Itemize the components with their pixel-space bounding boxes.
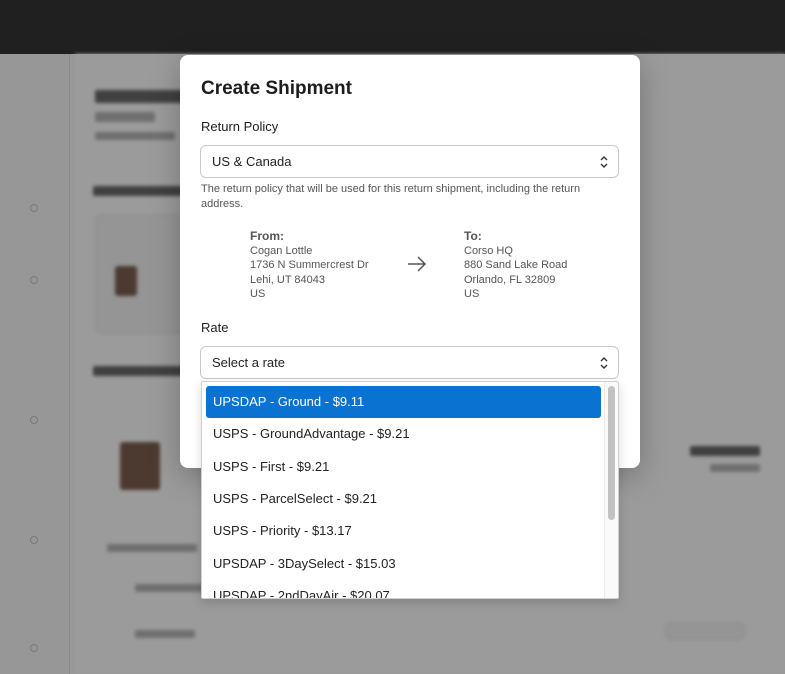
to-address: To: Corso HQ 880 Sand Lake Road Orlando,… — [464, 229, 567, 302]
rate-option[interactable]: USPS - First - $9.21 — [206, 451, 601, 483]
from-line: US — [250, 288, 266, 300]
chevron-up-down-icon — [600, 156, 608, 168]
from-line: Cogan Lottle — [250, 244, 313, 257]
rate-option[interactable]: USPS - GroundAdvantage - $9.21 — [206, 418, 601, 450]
rate-option[interactable]: USPS - ParcelSelect - $9.21 — [206, 483, 601, 515]
to-line: 880 Sand Lake Road — [464, 259, 568, 271]
rate-option[interactable]: USPS - Priority - $13.17 — [206, 515, 601, 547]
rate-label: Rate — [201, 320, 229, 335]
rate-option[interactable]: UPSDAP - Ground - $9.11 — [206, 386, 601, 418]
rate-option[interactable]: UPSDAP - 3DaySelect - $15.03 — [206, 548, 601, 580]
return-policy-select[interactable]: US & Canada — [200, 145, 619, 178]
return-policy-value: US & Canada — [212, 154, 292, 169]
scrollbar-thumb[interactable] — [608, 386, 615, 520]
from-line: 1736 N Summercrest Dr — [250, 259, 369, 271]
to-line: Corso HQ — [464, 244, 513, 257]
to-line: Orlando, FL 32809 — [464, 273, 556, 286]
arrow-right-icon — [408, 256, 427, 272]
return-policy-help: The return policy that will be used for … — [201, 183, 581, 210]
return-policy-label: Return Policy — [201, 119, 279, 134]
to-heading: To: — [464, 229, 482, 243]
modal-title: Create Shipment — [201, 78, 352, 99]
rate-select-value: Select a rate — [212, 355, 285, 370]
to-line: US — [464, 288, 480, 300]
from-heading: From: — [250, 229, 284, 243]
rate-option[interactable]: UPSDAP - 2ndDayAir - $20.07 — [206, 580, 601, 598]
chevron-up-down-icon — [600, 357, 608, 369]
from-line: Lehi, UT 84043 — [250, 273, 326, 286]
from-address: From: Cogan Lottle 1736 N Summercrest Dr… — [250, 229, 369, 302]
dropdown-scrollbar[interactable] — [604, 382, 618, 598]
rate-options-list[interactable]: UPSDAP - Ground - $9.11 USPS - GroundAdv… — [201, 381, 619, 599]
rate-select[interactable]: Select a rate — [200, 346, 619, 379]
